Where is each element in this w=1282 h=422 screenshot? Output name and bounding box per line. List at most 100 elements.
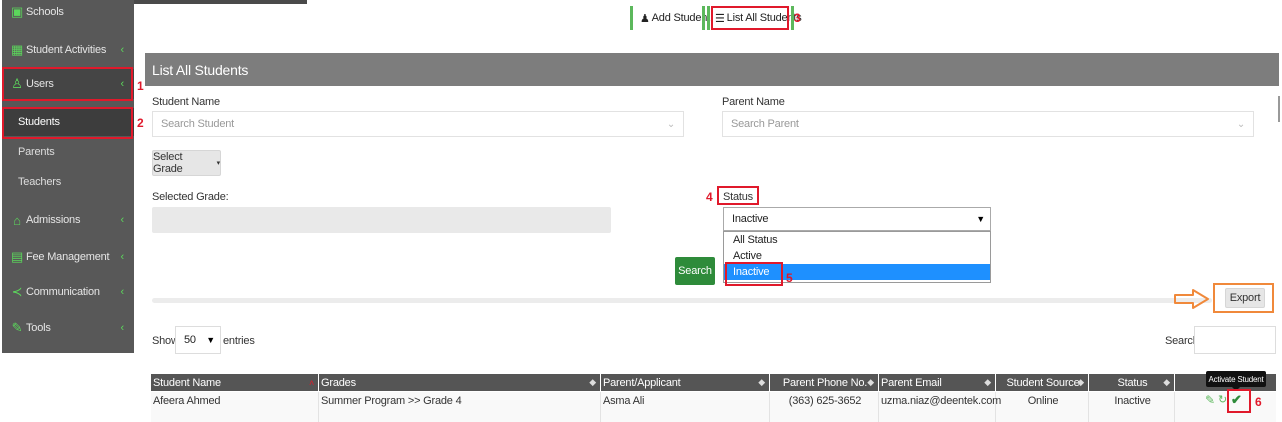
annotation-label-5: 5 bbox=[786, 271, 793, 285]
sidebar-item-schools[interactable]: ▣ Schools bbox=[2, 0, 134, 24]
cell-grade: Summer Program >> Grade 4 bbox=[321, 395, 462, 407]
sort-icon: ◆ bbox=[1077, 377, 1084, 387]
cell-parent: Asma Ali bbox=[603, 395, 645, 407]
annotation-label-2: 2 bbox=[137, 116, 144, 130]
sidebar-item-tools[interactable]: ✎ Tools ‹ bbox=[2, 313, 134, 343]
status-option-all[interactable]: All Status bbox=[724, 232, 990, 248]
status-selected-value: Inactive bbox=[732, 213, 769, 225]
column-header-parent[interactable]: Parent/Applicant ◆ bbox=[601, 374, 769, 391]
sidebar-item-label: Admissions bbox=[26, 214, 81, 226]
share-icon: ≺ bbox=[11, 284, 23, 299]
divider bbox=[152, 298, 1212, 303]
calendar-icon: ▦ bbox=[10, 42, 24, 57]
annotation-label-1: 1 bbox=[137, 79, 144, 93]
header-label: Parent/Applicant bbox=[603, 376, 681, 389]
parent-name-placeholder: Search Parent bbox=[731, 118, 799, 130]
column-header-student-name[interactable]: Student Name ˄ bbox=[151, 374, 318, 391]
header-label: Status bbox=[1117, 376, 1148, 389]
annotation-box-inactive bbox=[725, 262, 783, 286]
select-grade-button[interactable]: Select Grade ▾ bbox=[152, 150, 221, 176]
parent-name-select[interactable]: Search Parent ⌄ bbox=[722, 111, 1254, 137]
refresh-icon[interactable]: ↻ bbox=[1218, 393, 1227, 406]
annotation-box-list-all bbox=[711, 6, 789, 30]
cell-email: uzma.niaz@deentek.com bbox=[881, 395, 1002, 407]
sidebar-item-label: Student Activities bbox=[26, 44, 107, 56]
chevron-left-icon: ‹ bbox=[120, 286, 125, 298]
divider-bar bbox=[702, 6, 705, 30]
sort-icon: ◆ bbox=[589, 377, 596, 387]
scroll-edge bbox=[1278, 96, 1280, 122]
selected-grade-label: Selected Grade: bbox=[152, 191, 229, 203]
annotation-label-3: 3 bbox=[794, 11, 801, 25]
user-icon: ♟ bbox=[640, 12, 650, 25]
sidebar-item-fee-management[interactable]: ▤ Fee Management ‹ bbox=[2, 242, 134, 272]
annotation-box-students bbox=[2, 107, 133, 139]
sidebar-item-teachers[interactable]: Teachers bbox=[2, 168, 134, 196]
edit-icon[interactable]: ✎ bbox=[1205, 393, 1215, 407]
panel-title: List All Students bbox=[145, 53, 1279, 86]
cell-status: Inactive bbox=[1114, 395, 1151, 407]
sort-icon: ◆ bbox=[758, 377, 765, 387]
search-button[interactable]: Search bbox=[675, 257, 715, 285]
header-label: Grades bbox=[321, 376, 356, 389]
building-icon: ▣ bbox=[10, 4, 24, 19]
annotation-label-6: 6 bbox=[1255, 395, 1262, 409]
sort-icon: ◆ bbox=[1163, 377, 1170, 387]
cell-student-name: Afeera Ahmed bbox=[153, 395, 221, 407]
header-label: Parent Email bbox=[881, 376, 942, 389]
student-name-placeholder: Search Student bbox=[161, 118, 235, 130]
entries-label: entries bbox=[223, 335, 255, 347]
annotation-label-4: 4 bbox=[706, 190, 713, 204]
student-name-select[interactable]: Search Student ⌄ bbox=[152, 111, 684, 137]
add-student-button[interactable]: ♟ Add Student bbox=[640, 6, 710, 30]
annotation-box-activate bbox=[1227, 389, 1251, 413]
sort-icon: ◆ bbox=[984, 377, 991, 387]
parent-name-label: Parent Name bbox=[722, 96, 785, 108]
activate-student-tooltip: Activate Student bbox=[1206, 371, 1266, 387]
chevron-left-icon: ‹ bbox=[120, 214, 125, 226]
sort-icon: ◆ bbox=[867, 377, 874, 387]
chevron-left-icon: ‹ bbox=[120, 251, 125, 263]
chevron-down-icon: ⌄ bbox=[666, 118, 675, 130]
sidebar-item-admissions[interactable]: ⌂ Admissions ‹ bbox=[2, 205, 134, 235]
annotation-box-users bbox=[2, 67, 133, 101]
caret-down-icon: ▾ bbox=[216, 160, 221, 167]
sort-icon: ˄ bbox=[308, 377, 314, 388]
sidebar-item-label: Fee Management bbox=[26, 251, 110, 263]
entries-value: 50 bbox=[184, 334, 196, 346]
student-name-label: Student Name bbox=[152, 96, 220, 108]
caret-down-icon: ▼ bbox=[976, 214, 985, 224]
cell-source: Online bbox=[1027, 395, 1059, 407]
sidebar-item-student-activities[interactable]: ▦ Student Activities ‹ bbox=[2, 35, 134, 65]
column-header-source[interactable]: Student Source ◆ bbox=[996, 374, 1088, 391]
entries-select[interactable]: 50 ▼ bbox=[175, 326, 221, 354]
column-header-phone[interactable]: Parent Phone No. ◆ bbox=[770, 374, 878, 391]
sidebar-item-label: Parents bbox=[18, 146, 55, 158]
column-header-status[interactable]: Status ◆ bbox=[1089, 374, 1174, 391]
status-select[interactable]: Inactive ▼ bbox=[723, 207, 991, 231]
table-search-input[interactable] bbox=[1194, 326, 1276, 354]
column-header-grades[interactable]: Grades ◆ bbox=[319, 374, 600, 391]
selected-grade-box bbox=[152, 207, 611, 233]
chevron-left-icon: ‹ bbox=[120, 44, 125, 56]
divider-bar bbox=[707, 6, 710, 30]
wrench-icon: ✎ bbox=[11, 320, 23, 335]
sidebar-item-label: Tools bbox=[26, 322, 51, 334]
chevron-down-icon: ⌄ bbox=[1236, 118, 1245, 130]
column-divider bbox=[1174, 392, 1175, 422]
export-button[interactable]: Export bbox=[1225, 288, 1265, 308]
cell-phone: (363) 625-3652 bbox=[788, 395, 862, 407]
column-header-email[interactable]: Parent Email ◆ bbox=[879, 374, 995, 391]
sidebar-item-label: Communication bbox=[26, 286, 100, 298]
sidebar-item-communication[interactable]: ≺ Communication ‹ bbox=[2, 277, 134, 307]
header-label: Student Name bbox=[153, 376, 221, 389]
sidebar-item-parents[interactable]: Parents bbox=[2, 138, 134, 166]
calculator-icon: ▤ bbox=[10, 249, 24, 264]
graduation-cap-icon: ⌂ bbox=[13, 212, 21, 228]
sidebar-item-label: Teachers bbox=[18, 176, 62, 188]
sidebar: ▣ Schools ▦ Student Activities ‹ ♙ Users… bbox=[2, 0, 134, 353]
divider-bar bbox=[630, 6, 633, 30]
select-grade-label: Select Grade bbox=[153, 151, 183, 175]
header-label: Parent Phone No. bbox=[782, 376, 868, 389]
header-label: Student Source bbox=[1006, 376, 1080, 389]
